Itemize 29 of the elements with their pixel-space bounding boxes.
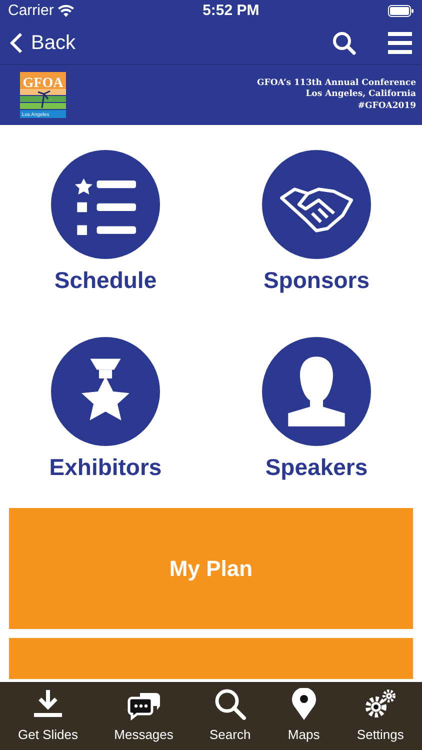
chevron-icon (10, 32, 23, 54)
menu-tile[interactable]: Exhibitors (0, 336, 211, 482)
tile-label: Schedule (54, 267, 157, 295)
banner-text: GFOA’s 113th Annual Conference (257, 78, 416, 90)
clock: 5:52 PM (202, 0, 260, 21)
banner-text: #GFOA2019 (356, 100, 416, 112)
banner-text: Los Angeles, California (304, 89, 416, 101)
tab-bar-item[interactable]: Search (210, 682, 251, 750)
battery-icon (388, 5, 414, 17)
menu-tile[interactable]: Schedule (0, 149, 211, 296)
tab-bar-item[interactable]: Get Slides (18, 682, 78, 750)
tab-bar-item[interactable]: Messages (114, 682, 174, 750)
tile-label: Speakers (265, 454, 368, 482)
search-button[interactable] (332, 31, 356, 55)
wifi-icon (58, 5, 74, 17)
tab-bar-item[interactable]: Settings (356, 682, 404, 750)
menu-button[interactable] (388, 32, 412, 54)
back-button[interactable]: Back (10, 28, 76, 58)
tile-label: Sponsors (263, 267, 370, 295)
carrier-label: Carrier (8, 0, 54, 21)
speakers-icon (262, 336, 371, 446)
search-icon (213, 688, 248, 722)
menu-tile[interactable]: Speakers (211, 336, 422, 482)
exhibitors-icon (51, 336, 160, 446)
tile-label: Exhibitors (49, 454, 162, 482)
tab-bar-item[interactable]: Maps (286, 682, 321, 750)
sponsors-icon (262, 150, 371, 259)
menu-tile[interactable]: Sponsors (211, 149, 422, 296)
schedule-icon (51, 150, 160, 259)
